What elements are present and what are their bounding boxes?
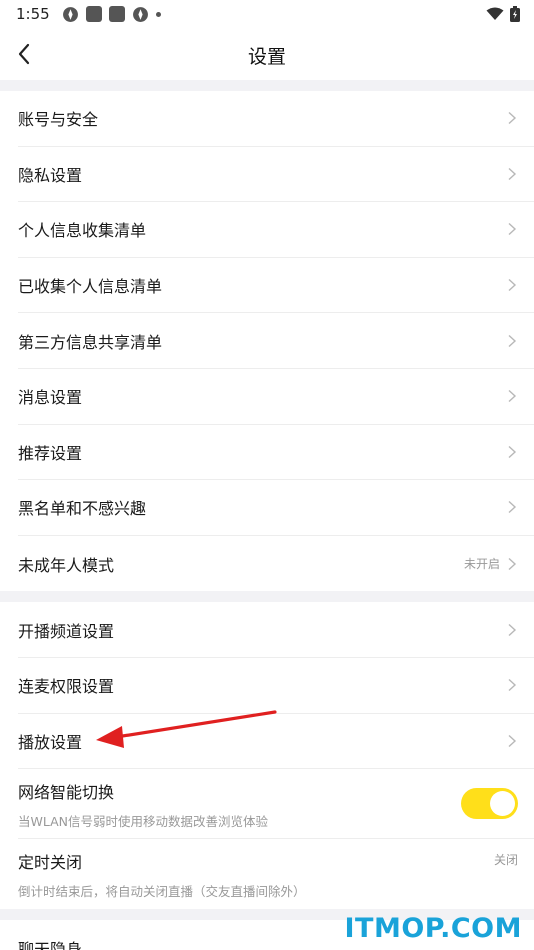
settings-item-collected-info[interactable]: 已收集个人信息清单 xyxy=(18,258,534,314)
settings-item-label: 开播频道设置 xyxy=(18,621,115,641)
chevron-right-icon xyxy=(508,334,517,347)
section-divider xyxy=(0,80,534,91)
smart-network-toggle[interactable] xyxy=(461,787,518,819)
settings-item-smart-network-switch: 网络智能切换 当WLAN信号弱时使用移动数据改善浏览体验 xyxy=(18,769,534,840)
app-notification-icon xyxy=(132,6,148,22)
app-notification-icon xyxy=(62,6,78,22)
settings-item-label: 账号与安全 xyxy=(18,110,99,130)
battery-icon xyxy=(510,6,520,22)
settings-item-broadcast-channel[interactable]: 开播频道设置 xyxy=(18,602,534,658)
status-time: 1:55 xyxy=(16,5,50,23)
chevron-right-icon xyxy=(508,167,517,180)
settings-item-playback[interactable]: 播放设置 xyxy=(18,714,534,770)
settings-item-label: 聊天隐身 xyxy=(18,939,83,950)
settings-item-label: 连麦权限设置 xyxy=(18,677,115,697)
notification-icons xyxy=(62,6,161,23)
settings-item-label: 第三方信息共享清单 xyxy=(18,332,163,352)
settings-item-description: 倒计时结束后，将自动关闭直播（交友直播间除外） xyxy=(18,884,306,900)
chevron-right-icon xyxy=(508,679,517,692)
settings-item-blacklist[interactable]: 黑名单和不感兴趣 xyxy=(18,480,534,536)
chevron-right-icon xyxy=(508,501,517,514)
settings-item-label: 定时关闭 xyxy=(18,853,83,873)
chevron-right-icon xyxy=(508,112,517,125)
settings-section-account: 账号与安全 隐私设置 个人信息收集清单 已收集个人信息清单 第三方信息共享清单 … xyxy=(0,91,534,592)
settings-item-mic-link-permission[interactable]: 连麦权限设置 xyxy=(18,658,534,714)
settings-item-recommendations[interactable]: 推荐设置 xyxy=(18,425,534,481)
status-bar: 1:55 xyxy=(0,0,534,28)
settings-item-description: 当WLAN信号弱时使用移动数据改善浏览体验 xyxy=(18,814,269,830)
settings-section-live: 开播频道设置 连麦权限设置 播放设置 网络智能切换 当WLAN信号弱时使用移动数… xyxy=(0,602,534,910)
settings-item-account-security[interactable]: 账号与安全 xyxy=(18,91,534,147)
chevron-right-icon xyxy=(508,279,517,292)
app-notification-icon xyxy=(85,6,102,22)
settings-item-third-party-sharing[interactable]: 第三方信息共享清单 xyxy=(18,313,534,369)
chevron-right-icon xyxy=(508,223,517,236)
wifi-icon xyxy=(486,7,504,20)
settings-item-label: 已收集个人信息清单 xyxy=(18,277,163,297)
settings-item-sleep-timer[interactable]: 定时关闭 倒计时结束后，将自动关闭直播（交友直播间除外） 关闭 xyxy=(18,839,534,909)
sleep-timer-status: 关闭 xyxy=(493,852,518,867)
watermark: ITMOP.COM xyxy=(344,913,522,944)
settings-item-label: 隐私设置 xyxy=(18,165,83,185)
chevron-right-icon xyxy=(508,557,517,570)
settings-item-messages[interactable]: 消息设置 xyxy=(18,369,534,425)
settings-item-label: 推荐设置 xyxy=(18,443,83,463)
settings-item-label: 消息设置 xyxy=(18,388,83,408)
settings-item-privacy[interactable]: 隐私设置 xyxy=(18,147,534,203)
settings-item-personal-info-collection[interactable]: 个人信息收集清单 xyxy=(18,202,534,258)
app-notification-icon xyxy=(108,6,125,22)
more-notifications-dot-icon xyxy=(155,11,161,17)
chevron-right-icon xyxy=(508,445,517,458)
nav-bar: 设置 xyxy=(0,28,534,80)
minor-mode-status: 未开启 xyxy=(463,557,500,572)
settings-item-label: 网络智能切换 xyxy=(18,783,115,803)
page-title: 设置 xyxy=(247,46,286,68)
chevron-right-icon xyxy=(508,734,517,747)
section-divider xyxy=(0,591,534,603)
toggle-knob xyxy=(490,790,515,816)
settings-item-minor-mode[interactable]: 未成年人模式 未开启 xyxy=(18,536,534,592)
settings-item-label: 个人信息收集清单 xyxy=(18,221,147,241)
settings-item-label: 播放设置 xyxy=(18,732,83,752)
settings-item-label: 黑名单和不感兴趣 xyxy=(18,499,147,519)
chevron-right-icon xyxy=(508,390,517,403)
settings-item-label: 未成年人模式 xyxy=(18,555,115,575)
chevron-right-icon xyxy=(508,623,517,636)
